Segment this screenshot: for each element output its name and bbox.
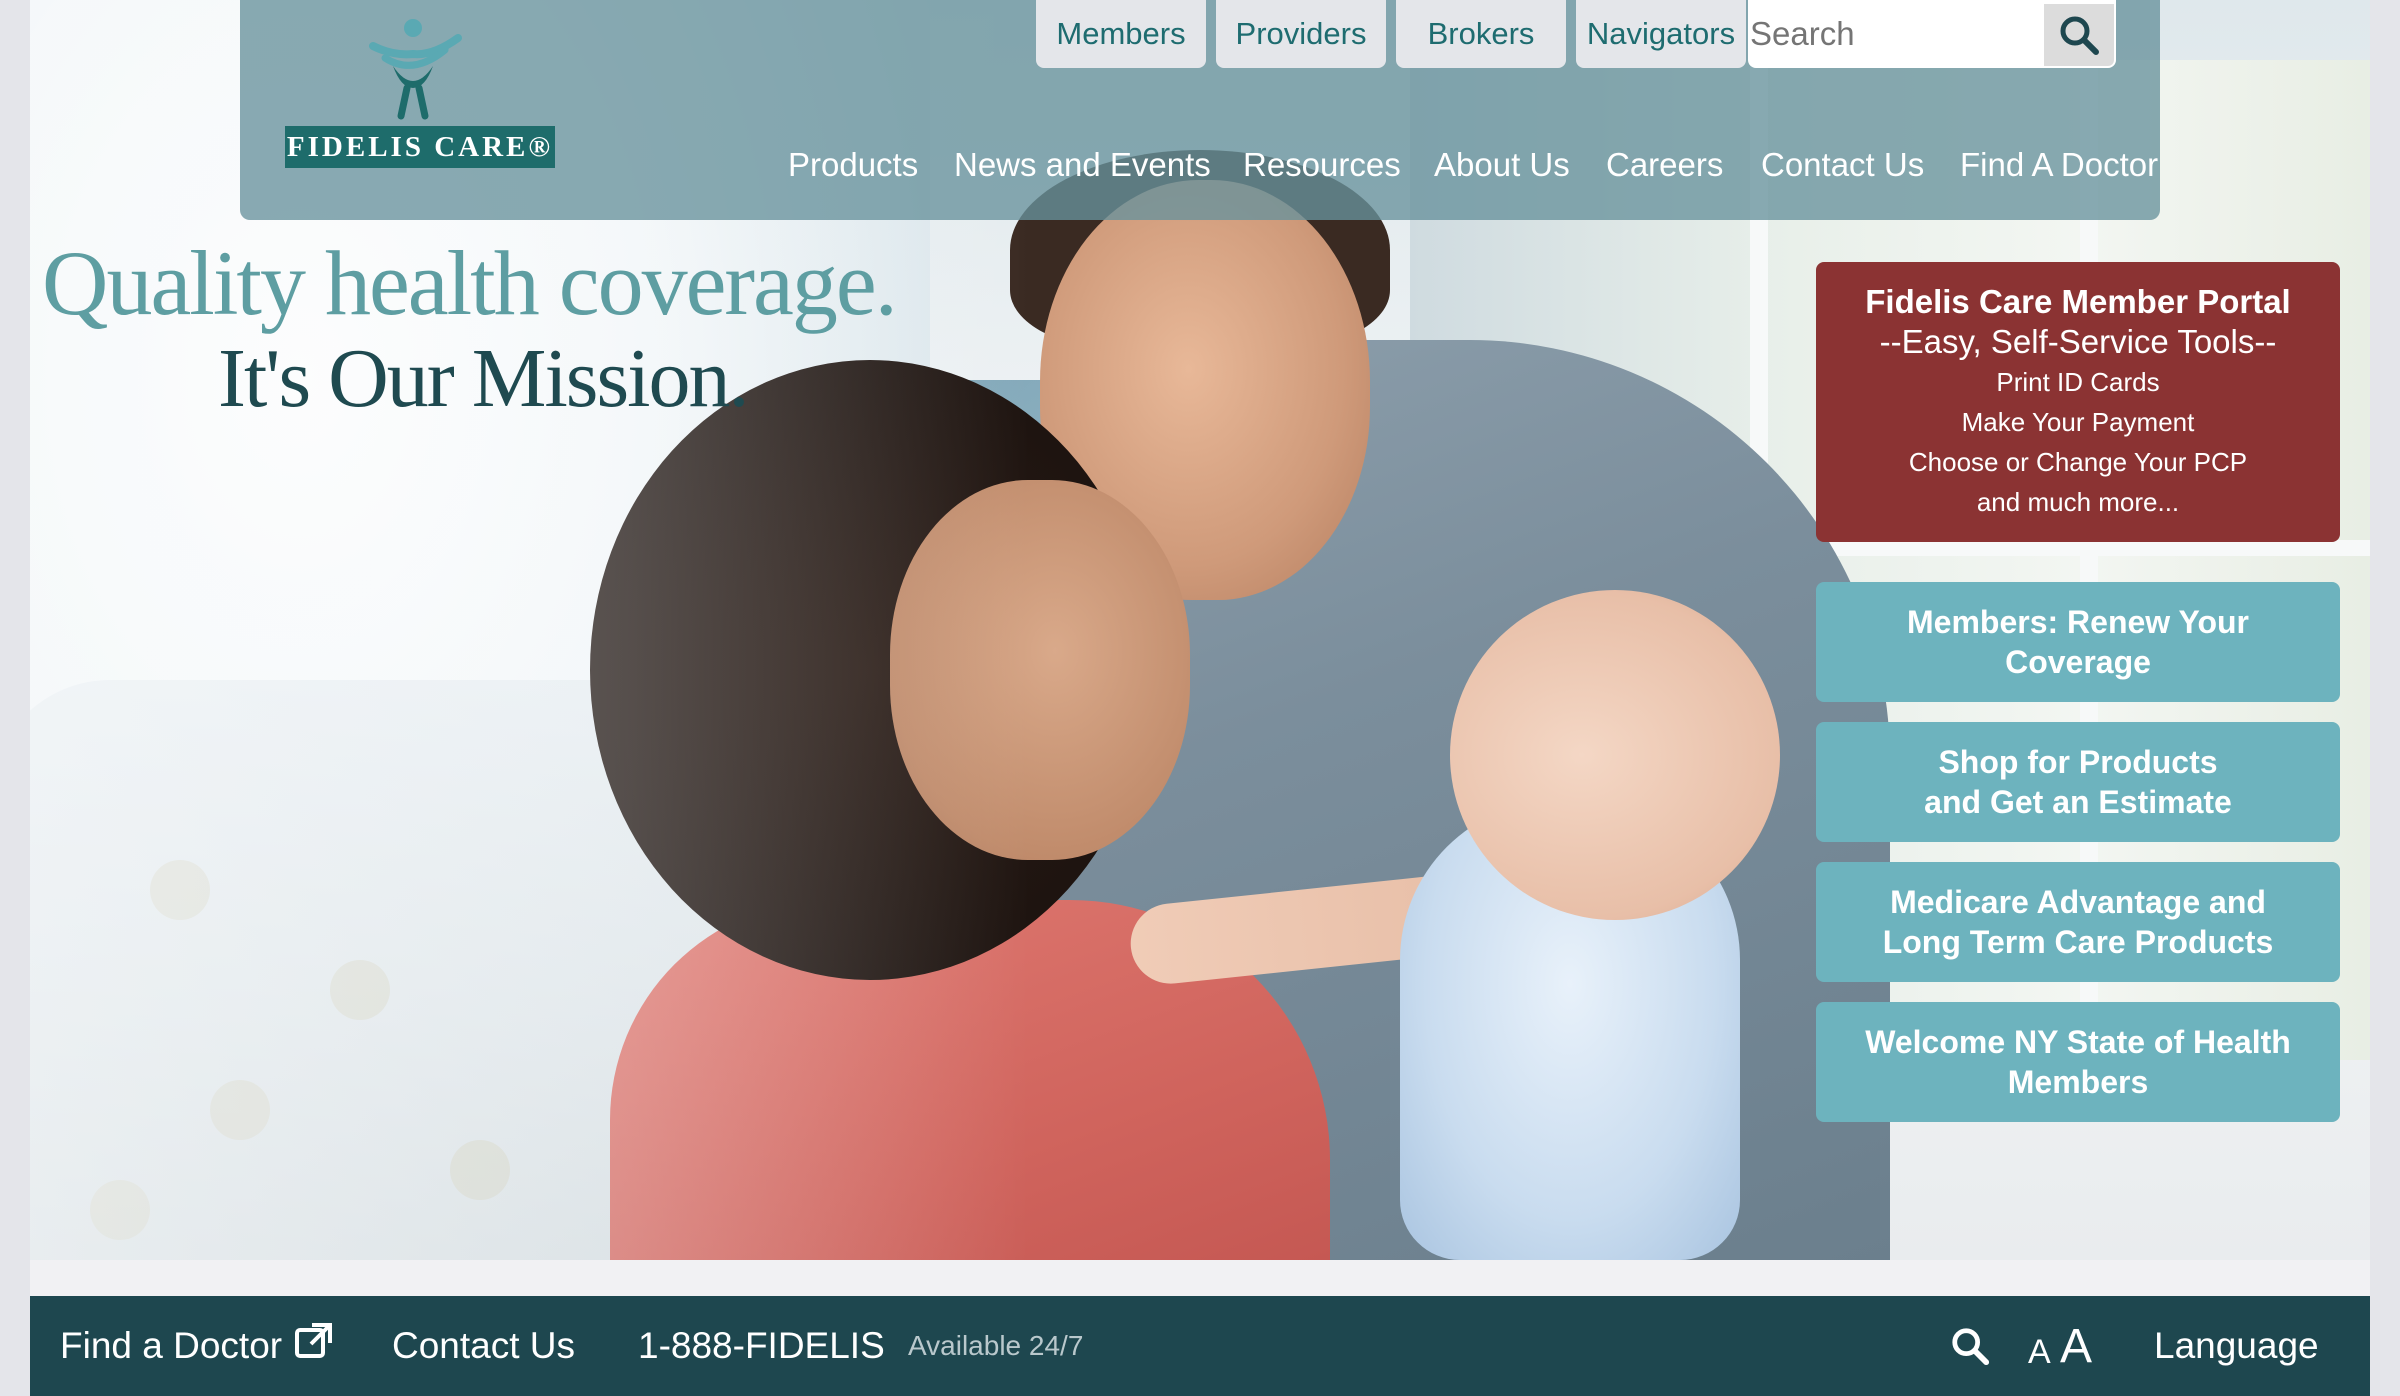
nav-careers[interactable]: Careers <box>1606 146 1723 184</box>
cta-line: Members: Renew Your <box>1906 604 2249 640</box>
search-input[interactable] <box>1750 6 2040 62</box>
fidelis-logo[interactable]: FIDELIS CARE® <box>285 16 555 171</box>
portal-item: Make Your Payment <box>1961 407 2195 437</box>
nav-products[interactable]: Products <box>788 146 918 184</box>
portal-title: Fidelis Care Member Portal <box>1865 283 2291 320</box>
nav-find-a-doctor[interactable]: Find A Doctor <box>1960 146 2158 184</box>
cta-line: Long Term Care Products <box>1882 924 2274 960</box>
site-header: FIDELIS CARE® Members Providers Brokers … <box>240 0 2160 220</box>
nav-contact-us[interactable]: Contact Us <box>1761 146 1924 184</box>
cta-line: and Get an Estimate <box>1924 784 2232 820</box>
logo-wordmark: FIDELIS CARE® <box>285 126 555 168</box>
hero-tagline: Quality health coverage. <box>42 232 898 334</box>
nav-news-and-events[interactable]: News and Events <box>954 146 1211 184</box>
page: Quality health coverage. It's Our Missio… <box>30 0 2370 1396</box>
hero-subtagline: It's Our Mission. <box>218 332 750 425</box>
nav-resources[interactable]: Resources <box>1243 146 1401 184</box>
tab-brokers[interactable]: Brokers <box>1396 0 1566 68</box>
text-size-small-button[interactable]: A <box>2028 1296 2051 1396</box>
cta-line: Welcome NY State of Health <box>1865 1024 2291 1060</box>
footer-search-button[interactable] <box>1950 1296 1990 1396</box>
portal-item: Choose or Change Your PCP <box>1908 447 2248 477</box>
footer-contact-link[interactable]: Contact Us <box>392 1296 575 1396</box>
portal-item: Print ID Cards <box>1996 367 2160 397</box>
cta-line: Members <box>2007 1064 2149 1100</box>
tab-navigators[interactable]: Navigators <box>1576 0 1746 68</box>
footer-find-doctor-label: Find a Doctor <box>60 1325 283 1366</box>
tab-members[interactable]: Members <box>1036 0 1206 68</box>
cta-line: Shop for Products <box>1938 744 2218 780</box>
cta-line: Coverage <box>2005 644 2151 680</box>
search-box <box>1748 0 2116 68</box>
nav-about-us[interactable]: About Us <box>1434 146 1570 184</box>
renew-coverage-button[interactable]: Members: Renew Your Coverage <box>1816 582 2340 702</box>
shop-products-button[interactable]: Shop for Products and Get an Estimate <box>1816 722 2340 842</box>
cta-line: Medicare Advantage and <box>1890 884 2266 920</box>
portal-subtitle: --Easy, Self-Service Tools-- <box>1879 323 2277 360</box>
ny-state-of-health-button[interactable]: Welcome NY State of Health Members <box>1816 1002 2340 1122</box>
footer-phone-link[interactable]: 1-888-FIDELIS <box>638 1296 885 1396</box>
member-portal-button[interactable]: Fidelis Care Member Portal --Easy, Self-… <box>1816 262 2340 542</box>
footer-availability: Available 24/7 <box>908 1330 1084 1361</box>
search-button[interactable] <box>2044 4 2114 66</box>
tab-providers[interactable]: Providers <box>1216 0 1386 68</box>
medicare-products-button[interactable]: Medicare Advantage and Long Term Care Pr… <box>1816 862 2340 982</box>
portal-item: and much more... <box>1976 487 2180 517</box>
search-icon <box>1952 1328 1990 1366</box>
text-size-large-button[interactable]: A <box>2060 1296 2092 1396</box>
external-link-icon <box>295 1323 333 1358</box>
search-icon <box>2060 16 2099 55</box>
footer-find-doctor-link[interactable]: Find a Doctor <box>60 1296 334 1396</box>
logo-figure-icon <box>369 19 462 120</box>
footer-language-button[interactable]: Language <box>2154 1296 2319 1396</box>
footer-bar: Find a Doctor Contact Us 1-888-FIDELIS A… <box>30 1296 2370 1396</box>
